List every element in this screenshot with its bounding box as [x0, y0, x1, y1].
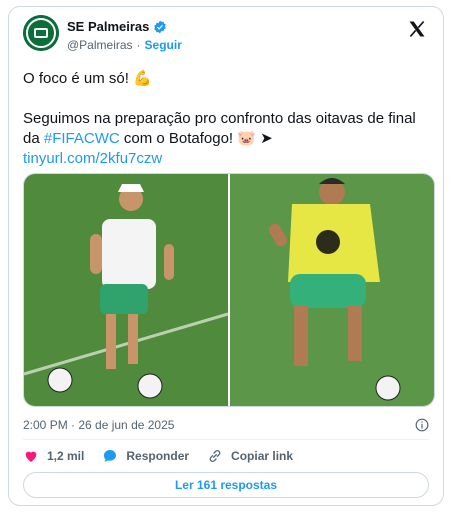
reply-label: Responder	[126, 449, 190, 463]
verified-badge-icon	[154, 20, 167, 33]
reply-bubble-icon	[104, 450, 117, 462]
photo-left[interactable]	[24, 174, 229, 406]
separator: ·	[136, 38, 141, 52]
copy-link-button[interactable]: Copiar link	[207, 448, 293, 464]
heart-icon	[25, 451, 37, 462]
photo-right[interactable]	[230, 174, 434, 406]
reply-button[interactable]: Responder	[102, 448, 189, 464]
name-row: SE Palmeiras	[67, 19, 167, 34]
divider	[23, 439, 429, 440]
x-logo-icon[interactable]	[407, 19, 427, 39]
handle[interactable]: @Palmeiras	[67, 38, 133, 52]
tweet-meta: 2:00 PM · 26 de jun de 2025	[23, 415, 429, 435]
tweet-text: O foco é um só! 💪 Seguimos na preparação…	[23, 69, 429, 169]
text-line-1: O foco é um só! 💪	[23, 70, 152, 87]
text-paragraph-2: Seguimos na preparação pro confronto das…	[23, 109, 429, 149]
read-replies-button[interactable]: Ler 161 respostas	[23, 472, 429, 498]
action-bar: 1,2 mil Responder Copiar link	[23, 445, 429, 467]
link-icon	[209, 450, 221, 462]
text-line-2-suffix: com o Botafogo! 🐷 ➤	[119, 130, 273, 147]
media-grid[interactable]	[23, 173, 435, 407]
like-count: 1,2 mil	[47, 449, 85, 463]
handle-row: @Palmeiras · Seguir	[67, 38, 182, 52]
tweet-card: SE Palmeiras @Palmeiras · Seguir O foco …	[8, 6, 444, 506]
url-link[interactable]: tinyurl.com/2kfu7czw	[23, 150, 162, 167]
display-name[interactable]: SE Palmeiras	[67, 19, 149, 34]
timestamp[interactable]: 2:00 PM · 26 de jun de 2025	[23, 418, 174, 432]
hashtag-link[interactable]: #FIFACWC	[44, 130, 120, 147]
copy-link-label: Copiar link	[231, 449, 294, 463]
follow-button[interactable]: Seguir	[145, 38, 182, 52]
info-icon[interactable]	[415, 418, 429, 432]
tweet-header: SE Palmeiras @Palmeiras · Seguir	[23, 15, 429, 63]
palmeiras-avatar[interactable]	[23, 15, 59, 51]
like-button[interactable]: 1,2 mil	[23, 448, 84, 464]
